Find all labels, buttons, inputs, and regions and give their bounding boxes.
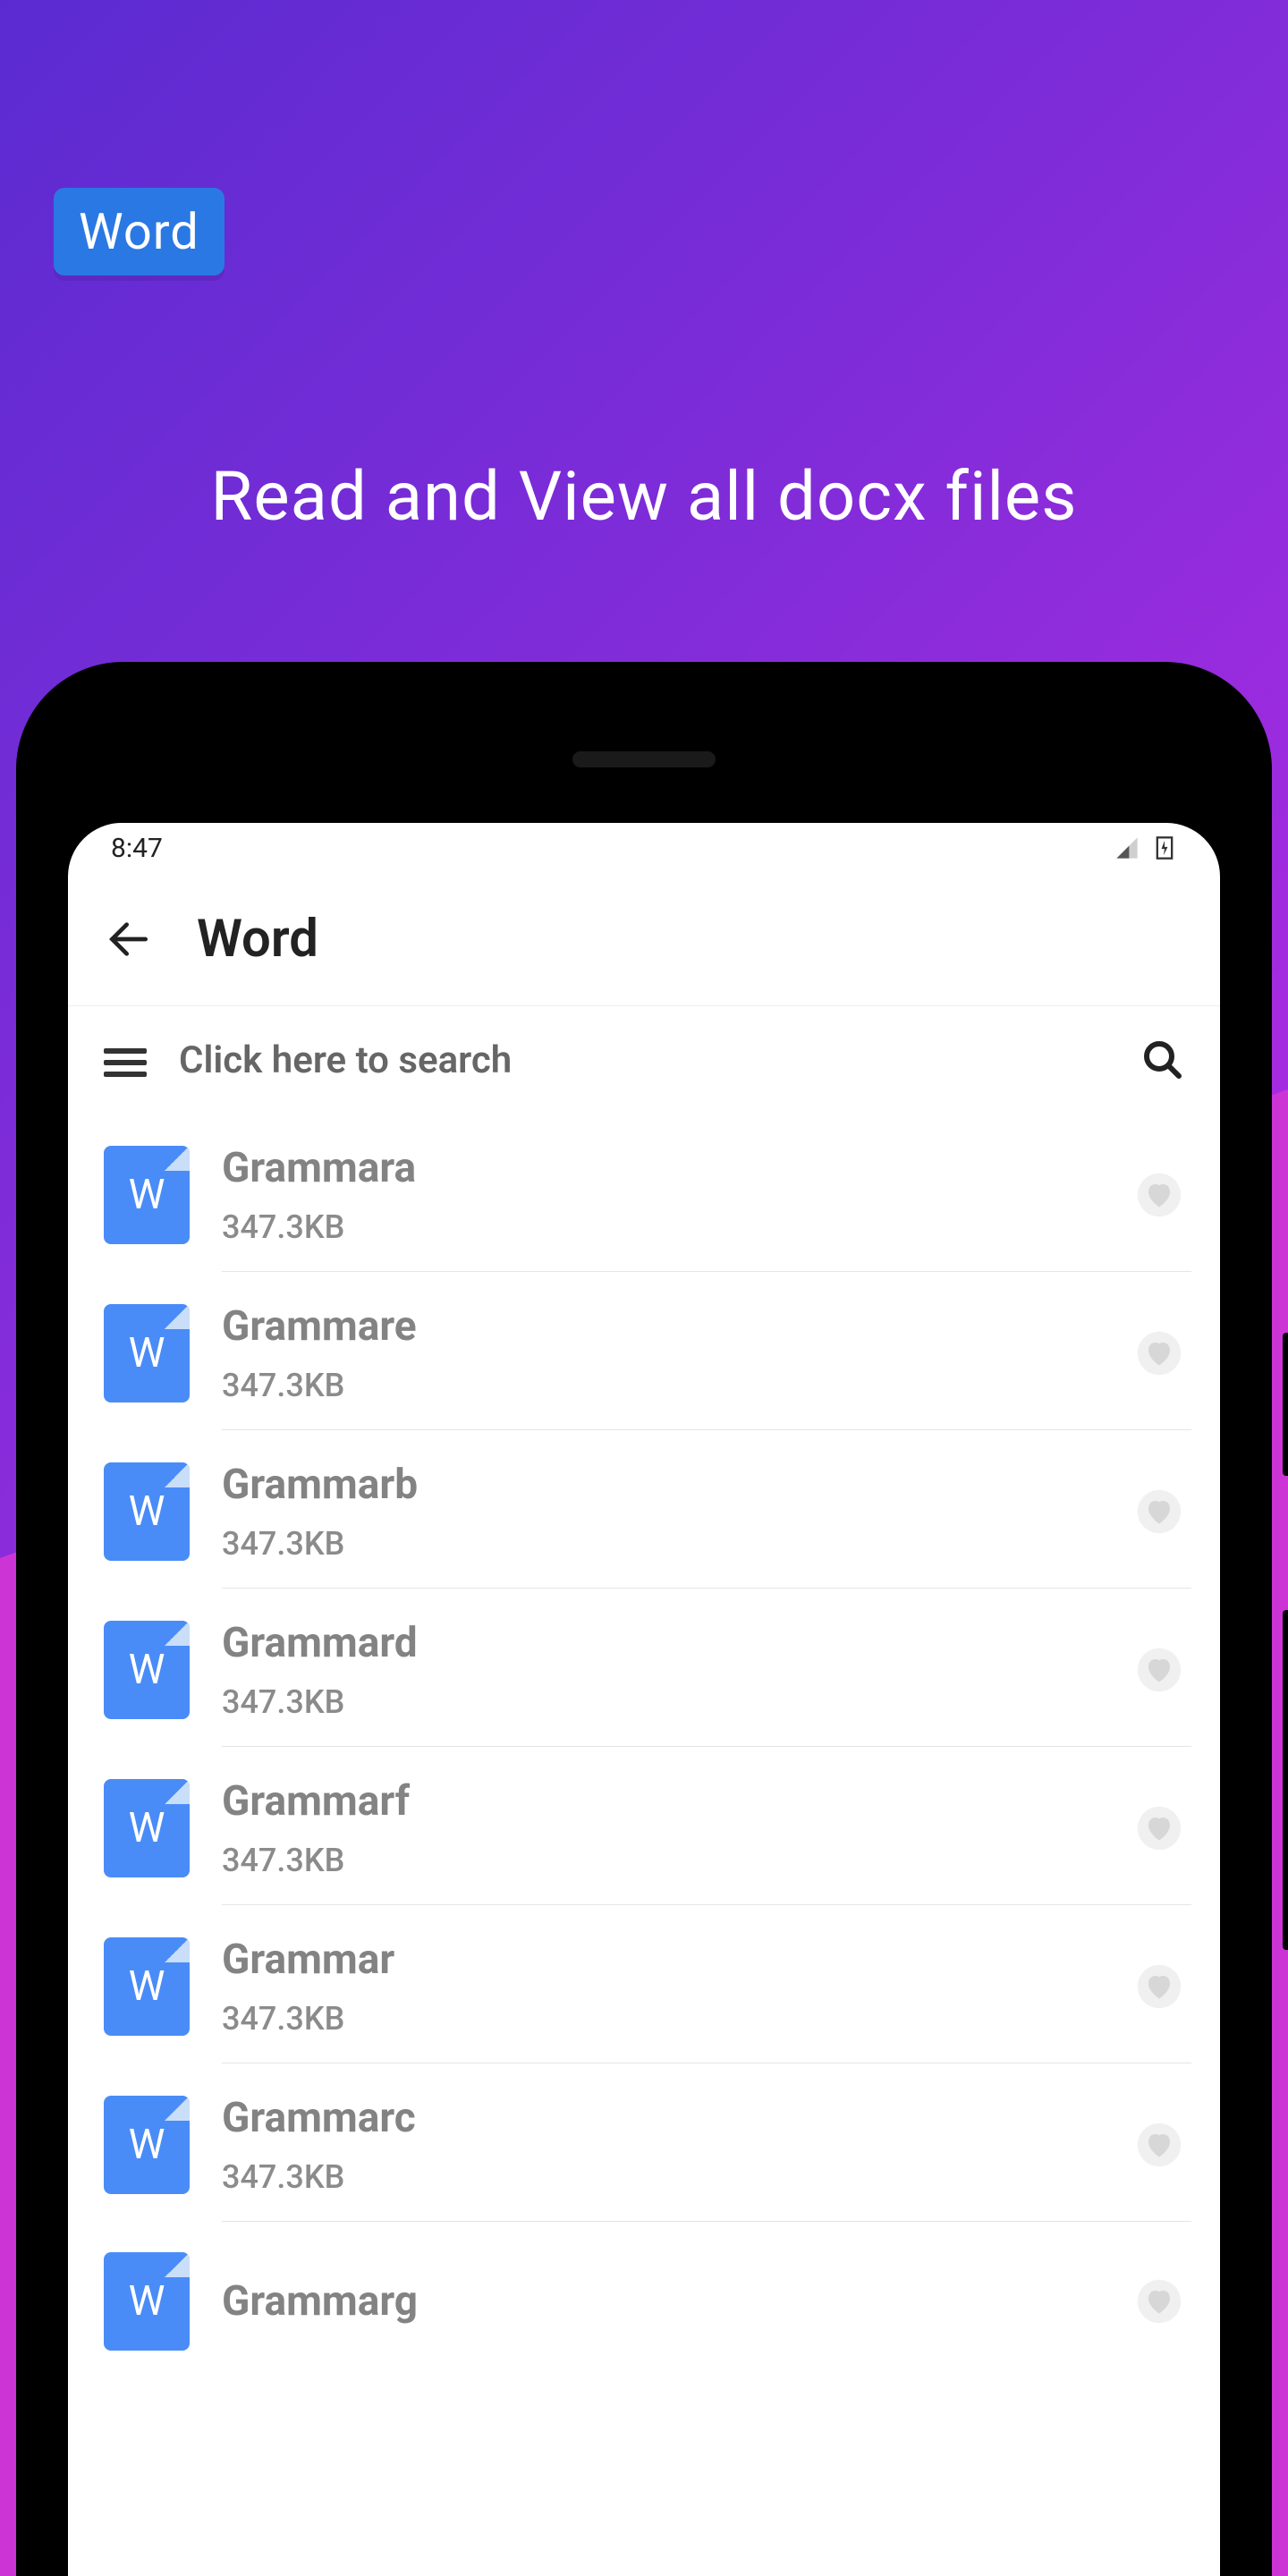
word-doc-icon: W bbox=[104, 2096, 190, 2194]
file-size: 347.3KB bbox=[222, 2000, 1102, 2038]
favorite-icon[interactable] bbox=[1134, 1328, 1184, 1378]
phone-frame: 8:47 Word Click here bbox=[16, 662, 1272, 2576]
app-badge: Word bbox=[54, 188, 225, 275]
favorite-icon[interactable] bbox=[1134, 2276, 1184, 2326]
file-size: 347.3KB bbox=[222, 1842, 1102, 1879]
promo-background: Word Read and View all docx files 8:47 bbox=[0, 0, 1288, 2576]
file-size: 347.3KB bbox=[222, 2158, 1102, 2196]
file-row[interactable]: W Grammarc 347.3KB bbox=[97, 2063, 1191, 2196]
file-row[interactable]: W Grammar 347.3KB bbox=[97, 1905, 1191, 2038]
file-size: 347.3KB bbox=[222, 1208, 1102, 1246]
file-size: 347.3KB bbox=[222, 1525, 1102, 1563]
file-meta: Grammard 347.3KB bbox=[222, 1619, 1102, 1721]
word-doc-icon: W bbox=[104, 1937, 190, 2036]
file-row[interactable]: W Grammarg bbox=[97, 2222, 1191, 2351]
app-bar: Word bbox=[68, 873, 1220, 1005]
favorite-icon[interactable] bbox=[1134, 1170, 1184, 1220]
favorite-icon[interactable] bbox=[1134, 1645, 1184, 1695]
status-bar: 8:47 bbox=[68, 823, 1220, 873]
word-doc-icon: W bbox=[104, 1621, 190, 1719]
file-size: 347.3KB bbox=[222, 1683, 1102, 1721]
page-title: Word bbox=[197, 909, 318, 970]
file-meta: Grammarb 347.3KB bbox=[222, 1461, 1102, 1563]
back-button[interactable] bbox=[104, 914, 154, 964]
phone-speaker bbox=[572, 751, 716, 767]
file-name: Grammare bbox=[222, 1302, 1102, 1351]
phone-side-button bbox=[1283, 1333, 1288, 1476]
word-doc-icon: W bbox=[104, 1146, 190, 1244]
phone-side-button bbox=[1283, 1610, 1288, 1950]
file-name: Grammarg bbox=[222, 2277, 1102, 2326]
favorite-icon[interactable] bbox=[1134, 1487, 1184, 1537]
file-meta: Grammar 347.3KB bbox=[222, 1936, 1102, 2038]
file-name: Grammar bbox=[222, 1936, 1102, 1984]
file-meta: Grammara 347.3KB bbox=[222, 1144, 1102, 1246]
favorite-icon[interactable] bbox=[1134, 1803, 1184, 1853]
file-name: Grammarf bbox=[222, 1777, 1102, 1826]
promo-headline: Read and View all docx files bbox=[0, 456, 1288, 537]
search-bar[interactable]: Click here to search bbox=[68, 1006, 1220, 1114]
file-row[interactable]: W Grammarb 347.3KB bbox=[97, 1430, 1191, 1563]
battery-icon bbox=[1152, 835, 1177, 860]
file-list: W Grammara 347.3KB W Grammare 347.3KB W Grammar… bbox=[68, 1114, 1220, 2576]
file-name: Grammara bbox=[222, 1144, 1102, 1192]
file-row[interactable]: W Grammarf 347.3KB bbox=[97, 1747, 1191, 1879]
file-row[interactable]: W Grammard 347.3KB bbox=[97, 1589, 1191, 1721]
file-name: Grammarc bbox=[222, 2094, 1102, 2142]
file-name: Grammarb bbox=[222, 1461, 1102, 1509]
favorite-icon[interactable] bbox=[1134, 1962, 1184, 2012]
file-row[interactable]: W Grammara 347.3KB bbox=[97, 1114, 1191, 1246]
signal-icon bbox=[1114, 835, 1140, 860]
word-doc-icon: W bbox=[104, 2252, 190, 2351]
search-icon[interactable] bbox=[1141, 1038, 1184, 1081]
word-doc-icon: W bbox=[104, 1304, 190, 1402]
file-meta: Grammarg bbox=[222, 2277, 1102, 2326]
menu-icon[interactable] bbox=[104, 1042, 147, 1078]
search-input[interactable]: Click here to search bbox=[179, 1038, 1109, 1082]
word-doc-icon: W bbox=[104, 1779, 190, 1877]
file-name: Grammard bbox=[222, 1619, 1102, 1667]
file-meta: Grammare 347.3KB bbox=[222, 1302, 1102, 1404]
favorite-icon[interactable] bbox=[1134, 2120, 1184, 2170]
file-meta: Grammarf 347.3KB bbox=[222, 1777, 1102, 1879]
file-meta: Grammarc 347.3KB bbox=[222, 2094, 1102, 2196]
word-doc-icon: W bbox=[104, 1462, 190, 1561]
status-time: 8:47 bbox=[111, 833, 163, 864]
file-size: 347.3KB bbox=[222, 1367, 1102, 1404]
file-row[interactable]: W Grammare 347.3KB bbox=[97, 1272, 1191, 1404]
phone-screen: 8:47 Word Click here bbox=[68, 823, 1220, 2576]
